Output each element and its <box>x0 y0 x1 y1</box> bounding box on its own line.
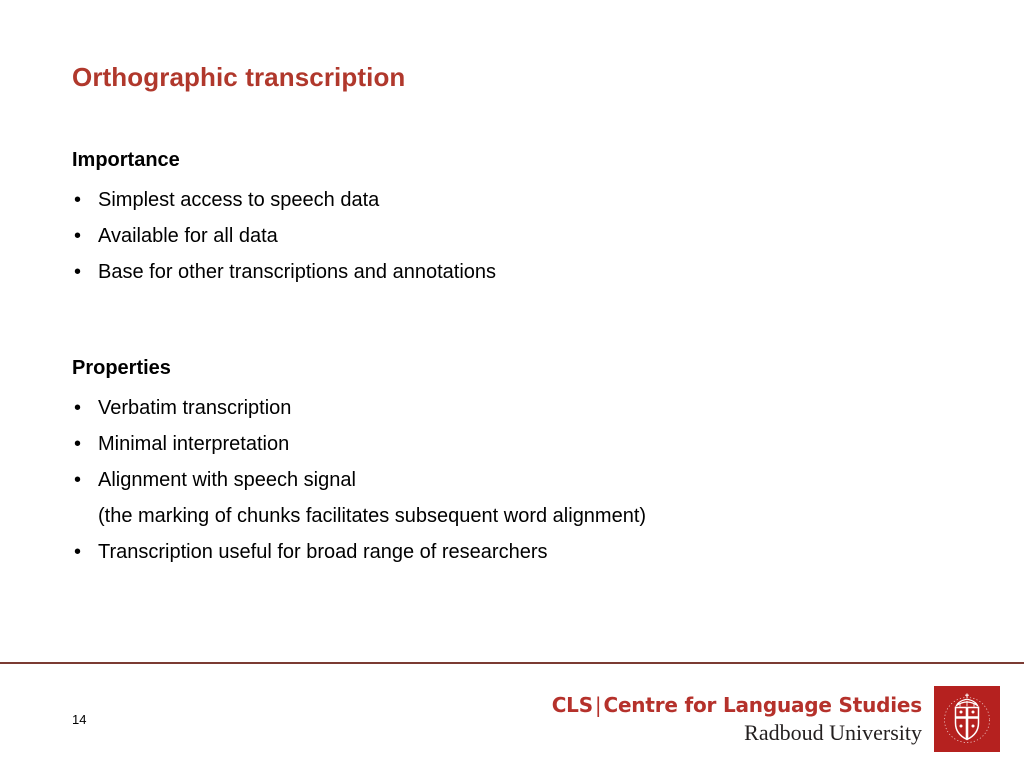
bullet-point-icon: • <box>74 225 82 247</box>
list-item-label: Minimal interpretation <box>98 433 290 455</box>
bullet-point-icon: • <box>74 397 82 419</box>
brand-institution: Radboud University <box>744 719 922 745</box>
list-item-label: Simplest access to speech data <box>98 189 380 211</box>
list-item: • Transcription useful for broad range o… <box>72 534 952 570</box>
bullet-point-icon: • <box>74 469 82 491</box>
bullet-point-icon: • <box>74 541 82 563</box>
section-heading: Properties <box>72 357 171 379</box>
page-title: Orthographic transcription <box>72 62 406 92</box>
page-number: 14 <box>72 712 87 727</box>
list-item-label: Transcription useful for broad range of … <box>98 541 548 563</box>
radboud-shield-icon <box>934 686 1000 752</box>
list-item-label: Alignment with speech signal <box>98 469 356 491</box>
brand-title: CLS | Centre for Language Studies <box>551 692 923 717</box>
list-item: • Minimal interpretation <box>72 426 952 462</box>
section-importance: Importance • Simplest access to speech d… <box>72 146 952 290</box>
list-item-label: Verbatim transcription <box>98 397 292 419</box>
slide-canvas: Orthographic transcription Importance • … <box>0 0 1024 768</box>
section-heading: Importance <box>72 149 180 171</box>
list-item: • Alignment with speech signal (the mark… <box>72 462 952 534</box>
bullet-list: • Verbatim transcription • Minimal inter… <box>72 390 952 570</box>
bullet-point-icon: • <box>74 433 82 455</box>
bullet-point-icon: • <box>74 189 82 211</box>
brand-abbrev: CLS <box>551 692 593 717</box>
bullet-list: • Simplest access to speech data • Avail… <box>72 182 952 290</box>
footer-branding: CLS | Centre for Language Studies Radboud … <box>552 686 1000 752</box>
brand-name: Centre for Language Studies <box>603 692 922 717</box>
bullet-point-icon: • <box>74 261 82 283</box>
list-item-label: Base for other transcriptions and annota… <box>98 261 497 283</box>
slide-body: Importance • Simplest access to speech d… <box>72 146 952 570</box>
list-item-subline: (the marking of chunks facilitates subse… <box>98 505 647 527</box>
list-item: • Simplest access to speech data <box>72 182 952 218</box>
list-item-label: Available for all data <box>98 225 278 247</box>
brand-text: CLS | Centre for Language Studies Radboud … <box>551 692 923 745</box>
list-item: • Base for other transcriptions and anno… <box>72 254 952 290</box>
list-item: • Available for all data <box>72 218 952 254</box>
list-item: • Verbatim transcription <box>72 390 952 426</box>
section-properties: Properties • Verbatim transcription • Mi… <box>72 354 952 570</box>
footer-divider <box>0 662 1024 664</box>
brand-separator: | <box>594 692 602 717</box>
